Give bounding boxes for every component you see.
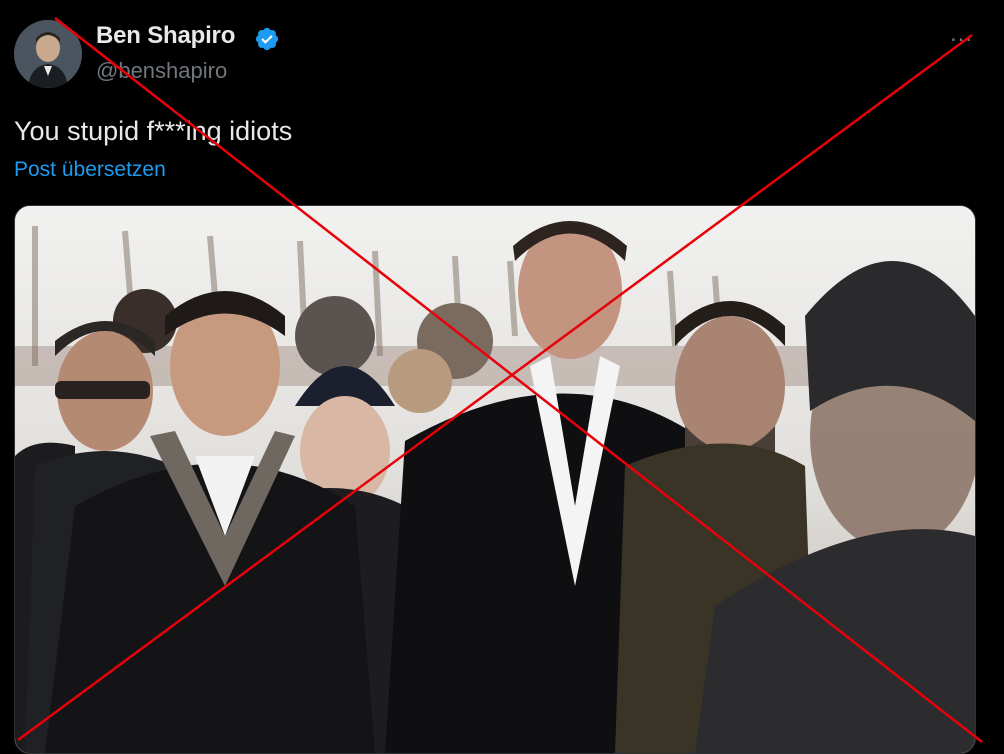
post-text: You stupid f***ing idiots — [14, 116, 293, 146]
avatar-photo — [14, 20, 82, 88]
post-media[interactable] — [14, 205, 976, 754]
author-handle[interactable]: @benshapiro — [96, 58, 227, 84]
verified-badge-icon — [255, 27, 279, 51]
author-name[interactable]: Ben Shapiro — [96, 22, 235, 50]
more-options-icon[interactable]: … — [949, 22, 974, 46]
author-avatar[interactable] — [14, 20, 82, 88]
photo-image — [15, 206, 975, 753]
translate-post-link[interactable]: Post übersetzen — [14, 158, 166, 182]
